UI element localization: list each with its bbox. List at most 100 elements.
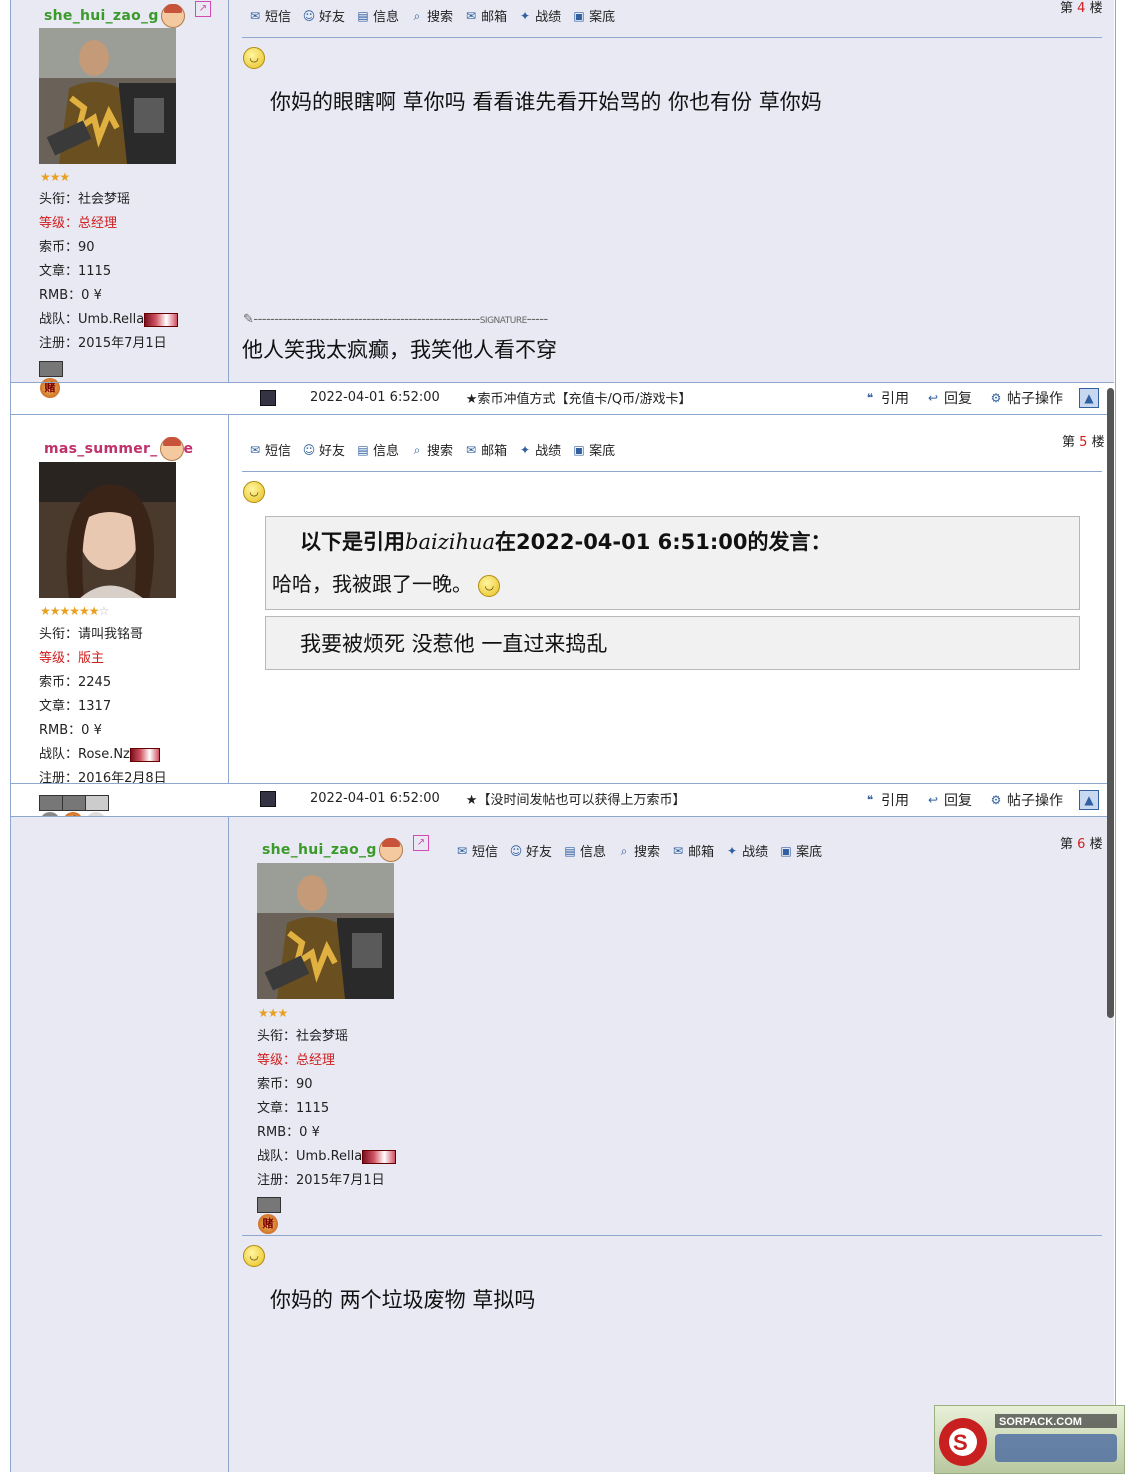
computer-icon (260, 389, 276, 406)
quote-text: 哈哈，我被跟了一晚。 ◡ (272, 568, 501, 597)
manage-icon: ⚙ (990, 793, 1002, 807)
reply-button[interactable]: ↩ 回复 (925, 388, 972, 408)
team-badge-icon (129, 747, 160, 762)
sms-button[interactable]: ✉ 短信 (454, 841, 498, 861)
rank-stars: ★★★ (258, 1006, 288, 1020)
case-button[interactable]: ▣ 案底 (571, 440, 615, 460)
search-button[interactable]: ⌕ 搜索 (409, 440, 453, 460)
mail-button[interactable]: ✉ 邮箱 (670, 841, 714, 861)
mail-button[interactable]: ✉ 邮箱 (463, 6, 507, 26)
avatar[interactable] (39, 462, 176, 598)
floor-number: 第 4 楼 (1060, 1, 1103, 16)
avatar[interactable] (39, 28, 176, 164)
record-button[interactable]: ✦ 战绩 (517, 6, 561, 26)
site-watermark-logo: S SORPACK.COM (934, 1405, 1125, 1474)
post-message: 你妈的眼瞎啊 草你吗 看看谁先看开始骂的 你也有份 草你妈 (270, 90, 822, 114)
reply-block: 我要被烦死 没惹他 一直过来捣乱 (265, 616, 1080, 670)
smiley-icon: ◡ (243, 481, 265, 503)
manage-button[interactable]: ⚙ 帖子操作 (988, 388, 1063, 408)
friends-icon: ☺ (302, 8, 316, 23)
user-toolbar: ✉ 短信 ☺ 好友 ▤ 信息 ⌕ 搜索 ✉ 邮箱 ✦ 战绩 ▣ 案底 (247, 440, 615, 460)
quote-button[interactable]: ❝ 引用 (862, 388, 909, 408)
sms-button[interactable]: ✉ 短信 (247, 440, 291, 460)
sms-button[interactable]: ✉ 短信 (247, 6, 291, 26)
medal-icon: 赌 (39, 361, 63, 399)
svg-text:S: S (953, 1430, 968, 1455)
document-icon: ▤ (357, 442, 369, 457)
record-button[interactable]: ✦ 战绩 (724, 841, 768, 861)
post-6 (11, 817, 1114, 1472)
divider (242, 1235, 1102, 1236)
sms-icon: ✉ (249, 8, 261, 23)
info-button[interactable]: ▤ 信息 (355, 440, 399, 460)
smiley-icon: ◡ (243, 47, 265, 69)
signature-divider: ✎---------------------------------------… (243, 312, 548, 327)
search-button[interactable]: ⌕ 搜索 (409, 6, 453, 26)
document-icon: ▤ (564, 843, 576, 858)
external-link-icon[interactable]: ↗ (195, 1, 211, 17)
friend-button[interactable]: ☺ 好友 (301, 6, 345, 26)
ad-link[interactable]: ★索币冲值方式【充值卡/Q币/游戏卡】 (466, 388, 692, 407)
soldier-icon: ✦ (520, 8, 531, 23)
post-footer: 2022-04-01 6:52:00 ★【没时间发帖也可以获得上万索币】 (260, 789, 685, 808)
scroll-top-button[interactable]: ▲ (1079, 790, 1099, 810)
divider (11, 783, 1114, 784)
smiley-icon: ◡ (478, 574, 501, 597)
film-icon: ▣ (573, 442, 585, 457)
post-time: 2022-04-01 6:52:00 (310, 390, 440, 405)
floor-number: 第 6 楼 (1060, 837, 1103, 852)
external-link-icon[interactable]: ↗ (413, 835, 429, 851)
soldier-icon: ✦ (520, 442, 531, 457)
search-button[interactable]: ⌕ 搜索 (616, 841, 660, 861)
user-info: 头衔：请叫我铭哥 等级：版主 索币：2245 文章：1317 RMB：0 ¥ 战… (39, 627, 167, 786)
search-icon: ⌕ (413, 8, 421, 23)
info-button[interactable]: ▤ 信息 (562, 841, 606, 861)
user-face-icon (378, 838, 403, 862)
quote-block: 以下是引用baizihua在2022-04-01 6:51:00的发言： 哈哈，… (265, 516, 1080, 610)
divider (11, 382, 1114, 383)
team-badge-icon (144, 312, 179, 327)
user-info: 头衔：社会梦瑶 等级：总经理 索币：90 文章：1115 RMB：0 ¥ 战队：… (257, 1025, 397, 1193)
scrollbar[interactable] (1107, 388, 1114, 1018)
team-badge-icon (362, 1149, 397, 1164)
friends-icon: ☺ (509, 843, 523, 858)
quote-header: 以下是引用baizihua在2022-04-01 6:51:00的发言： (300, 530, 832, 554)
avatar-image (257, 863, 394, 999)
floor-number: 第 5 楼 (1062, 435, 1105, 450)
quote-icon: ❝ (866, 793, 874, 807)
record-button[interactable]: ✦ 战绩 (517, 440, 561, 460)
manage-button[interactable]: ⚙ 帖子操作 (988, 790, 1063, 810)
username-link[interactable]: she_hui_zao_g (44, 4, 185, 28)
avatar-image (39, 462, 176, 598)
friend-button[interactable]: ☺ 好友 (301, 440, 345, 460)
username-link[interactable]: mas_summer_ e (44, 437, 193, 461)
document-icon: ▤ (357, 8, 369, 23)
case-button[interactable]: ▣ 案底 (778, 841, 822, 861)
friend-button[interactable]: ☺ 好友 (508, 841, 552, 861)
ad-link[interactable]: ★【没时间发帖也可以获得上万索币】 (466, 789, 686, 808)
quote-icon: ❝ (866, 391, 874, 405)
user-face-icon (159, 437, 184, 461)
rank-stars: ★★★★★★☆ (40, 604, 109, 618)
post-actions: ❝ 引用 ↩ 回复 ⚙ 帖子操作 ▲ (862, 388, 1099, 408)
mail-button[interactable]: ✉ 邮箱 (463, 440, 507, 460)
search-icon: ⌕ (413, 442, 421, 457)
reply-button[interactable]: ↩ 回复 (925, 790, 972, 810)
mail-icon: ✉ (466, 442, 477, 457)
username-link[interactable]: she_hui_zao_g (262, 838, 403, 862)
sms-icon: ✉ (456, 843, 468, 858)
info-button[interactable]: ▤ 信息 (355, 6, 399, 26)
svg-text:SORPACK.COM: SORPACK.COM (999, 1416, 1082, 1428)
reply-text: 我要被烦死 没惹他 一直过来捣乱 (300, 632, 608, 656)
post-message: 你妈的 两个垃圾废物 草拟吗 (270, 1288, 536, 1312)
avatar[interactable] (257, 863, 394, 999)
divider (242, 471, 1102, 472)
mail-icon: ✉ (673, 843, 684, 858)
case-button[interactable]: ▣ 案底 (571, 6, 615, 26)
reply-icon: ↩ (927, 793, 939, 807)
film-icon: ▣ (573, 8, 585, 23)
user-info: 头衔：社会梦瑶 等级：总经理 索币：90 文章：1115 RMB：0 ¥ 战队：… (39, 188, 179, 356)
search-icon: ⌕ (620, 843, 628, 858)
scroll-top-button[interactable]: ▲ (1079, 388, 1099, 408)
quote-button[interactable]: ❝ 引用 (862, 790, 909, 810)
